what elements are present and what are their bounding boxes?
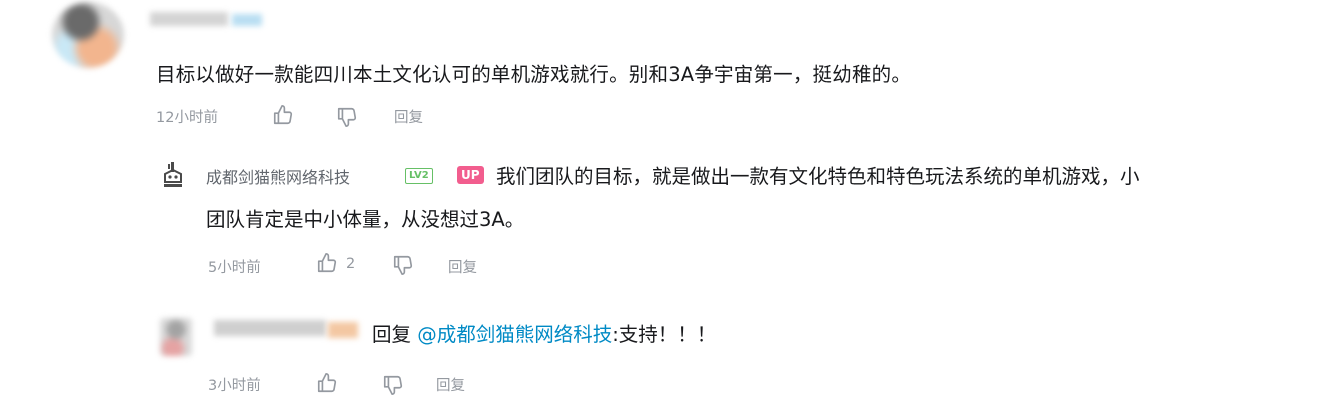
reply-reply-button[interactable]: 回复	[448, 256, 477, 277]
thumbs-up-icon[interactable]	[272, 104, 294, 126]
comment-timestamp: 12小时前	[156, 110, 218, 126]
thumbs-down-icon[interactable]	[336, 106, 358, 128]
company-logo-icon[interactable]	[160, 160, 186, 190]
thumbs-up-icon[interactable]	[316, 252, 338, 274]
reply2-name-blurred[interactable]	[214, 320, 326, 336]
comment-reply-button[interactable]: 回复	[394, 106, 423, 127]
level-badge: LV2	[405, 168, 433, 184]
reply-text-line1: 我们团队的目标，就是做出一款有文化特色和特色玩法系统的单机游戏，小	[496, 165, 1140, 188]
reply2-badge-blurred	[328, 322, 358, 338]
commenter-badge-blurred	[232, 14, 262, 26]
reply2-body: :支持！！！	[612, 323, 717, 346]
reply2-reply-button[interactable]: 回复	[436, 374, 465, 395]
reply-author-name[interactable]: 成都剑猫熊网络科技	[206, 164, 350, 188]
comment-text: 目标以做好一款能四川本土文化认可的单机游戏就行。别和3A争宇宙第一，挺幼稚的。	[156, 63, 912, 86]
mention-link[interactable]: @成都剑猫熊网络科技	[417, 323, 612, 346]
reply2-avatar[interactable]	[160, 318, 192, 356]
thumbs-down-icon[interactable]	[392, 254, 414, 276]
thumbs-up-icon[interactable]	[316, 372, 338, 394]
thumbs-down-icon[interactable]	[382, 374, 404, 396]
reply2-prefix: 回复	[372, 323, 418, 346]
reply2-text: 回复 @成都剑猫熊网络科技:支持！！！	[372, 318, 716, 347]
like-count: 2	[346, 256, 356, 272]
up-badge: UP	[457, 166, 484, 184]
reply2-timestamp: 3小时前	[208, 378, 261, 394]
commenter-name-blurred[interactable]	[150, 12, 228, 26]
reply-text-line2: 团队肯定是中小体量，从没想过3A。	[206, 208, 525, 231]
reply-timestamp: 5小时前	[208, 260, 261, 276]
commenter-avatar[interactable]	[52, 2, 124, 68]
